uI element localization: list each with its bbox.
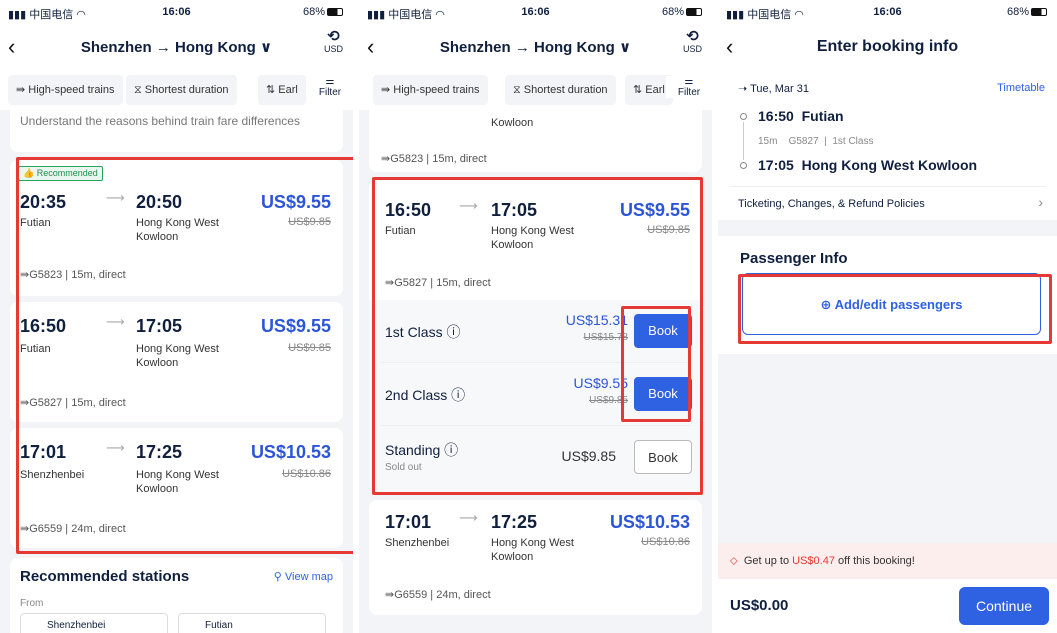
passenger-title: Passenger Info xyxy=(740,250,848,267)
highlight-box xyxy=(738,274,1052,344)
arr-dot xyxy=(740,162,747,169)
fare-info-banner[interactable]: Understand the reasons behind train fare… xyxy=(10,110,343,152)
status-time: 16:06 xyxy=(521,6,550,18)
top-nav: ‹ Enter booking info xyxy=(718,26,1057,70)
trip-summary: ➝ Tue, Mar 31 Timetable 16:50 Futian 15m… xyxy=(718,70,1057,220)
chevron-right-icon[interactable]: › xyxy=(1038,194,1043,210)
status-time: 16:06 xyxy=(162,6,191,18)
arr-info: 17:05 Hong Kong West Kowloon xyxy=(758,157,978,173)
filter-button[interactable]: ⚌ Filter xyxy=(666,76,706,98)
status-bar: ▮▮▮ 中国电信 ◠ 16:06 68% xyxy=(359,0,712,26)
battery-indicator: 68% xyxy=(303,6,343,18)
policies-link[interactable]: Ticketing, Changes, & Refund Policies xyxy=(738,198,925,210)
battery-icon xyxy=(686,8,702,17)
filter-shortest-duration[interactable]: ⧖ Shortest duration xyxy=(126,75,237,105)
filter-shortest-duration[interactable]: ⧖ Shortest duration xyxy=(505,75,616,105)
divider xyxy=(730,186,1045,187)
currency-switch[interactable]: ⟲ USD xyxy=(683,28,702,56)
price: US$10.53 xyxy=(609,512,690,532)
route-title[interactable]: Shenzhen → Hong Kong ∨ xyxy=(359,38,712,56)
filter-high-speed[interactable]: ⇛ High-speed trains xyxy=(373,75,488,105)
filter-earliest[interactable]: ⇅ Earl xyxy=(258,75,306,105)
currency-switch[interactable]: ⟲ USD xyxy=(324,28,343,56)
filter-bar: ⇛ High-speed trains ⧖ Shortest duration … xyxy=(359,70,712,110)
filter-high-speed[interactable]: ⇛ High-speed trains xyxy=(8,75,123,105)
arr-station: Hong Kong West Kowloon xyxy=(491,537,574,563)
highlight-box xyxy=(16,157,353,554)
filter-icon: ⚌ xyxy=(325,76,335,87)
train-card-prev[interactable]: Kowloon ⇛G5823 | 15m, direct xyxy=(369,110,702,172)
filter-button[interactable]: ⚌ Filter xyxy=(307,76,347,98)
status-bar: ▮▮▮ 中国电信 ◠ 16:06 68% xyxy=(0,0,353,26)
rec-stations-title: Recommended stations xyxy=(20,568,190,585)
trip-date: ➝ Tue, Mar 31 xyxy=(738,83,809,95)
coupon-icon: ⬦ xyxy=(730,555,738,567)
highlight-box-book xyxy=(621,306,691,422)
train-card[interactable]: 17:01 Shenzhenbei ⟶ 17:25 Hong Kong West… xyxy=(369,500,702,615)
filter-bar: ⇛ High-speed trains ⧖ Shortest duration … xyxy=(0,70,353,110)
from-label: From xyxy=(20,598,44,609)
timetable-link[interactable]: Timetable xyxy=(997,82,1045,94)
battery-indicator: 68% xyxy=(1007,6,1047,18)
battery-icon xyxy=(1031,8,1047,17)
old-price: US$10.86 xyxy=(641,536,690,548)
checkout-bar: US$0.00 Continue xyxy=(718,579,1057,633)
dep-station: Shenzhenbei xyxy=(385,537,450,549)
screenshot-train-classes: ▮▮▮ 中国电信 ◠ 16:06 68% ‹ Shenzhen → Hong K… xyxy=(359,0,712,633)
top-nav: ‹ Shenzhen → Hong Kong ∨ ⟲ USD xyxy=(0,26,353,70)
station-option[interactable]: Shenzhenbei xyxy=(20,613,168,633)
dep-time: 17:01 xyxy=(385,512,432,532)
arrow-icon: ⟶ xyxy=(459,510,478,525)
total-price: US$0.00 xyxy=(730,597,789,614)
station-option[interactable]: Futian xyxy=(178,613,326,633)
dep-info: 16:50 Futian xyxy=(758,108,844,124)
battery-indicator: 68% xyxy=(662,6,702,18)
view-map-link[interactable]: ⚲ View map xyxy=(274,570,333,583)
recommended-stations: Recommended stations ⚲ View map From She… xyxy=(10,558,343,633)
route-line xyxy=(743,122,744,160)
screenshot-booking-info: ▮▮▮ 中国电信 ◠ 16:06 68% ‹ Enter booking inf… xyxy=(718,0,1057,633)
arr-time: 17:25 xyxy=(491,512,538,532)
top-nav: ‹ Shenzhen → Hong Kong ∨ ⟲ USD xyxy=(359,26,712,70)
status-bar: ▮▮▮ 中国电信 ◠ 16:06 68% xyxy=(718,0,1057,26)
screenshot-train-list: ▮▮▮ 中国电信 ◠ 16:06 68% ‹ Shenzhen → Hong K… xyxy=(0,0,353,633)
filter-icon: ⚌ xyxy=(684,76,694,87)
trip-meta: 15m G5827 | 1st Class xyxy=(758,136,874,147)
train-meta: ⇛G5823 | 15m, direct xyxy=(381,153,487,165)
continue-button[interactable]: Continue xyxy=(959,587,1049,625)
currency-icon: ⟲ xyxy=(327,28,340,45)
page-title: Enter booking info xyxy=(816,38,959,55)
promo-banner: ⬦ Get up to US$0.47 off this booking! xyxy=(718,543,1057,579)
arr-station: Kowloon xyxy=(491,117,534,129)
battery-icon xyxy=(327,8,343,17)
route-title[interactable]: Shenzhen → Hong Kong ∨ xyxy=(0,38,353,56)
currency-icon: ⟲ xyxy=(686,28,699,45)
dep-dot xyxy=(740,113,747,120)
train-meta: ⇛G6559 | 24m, direct xyxy=(385,589,491,601)
